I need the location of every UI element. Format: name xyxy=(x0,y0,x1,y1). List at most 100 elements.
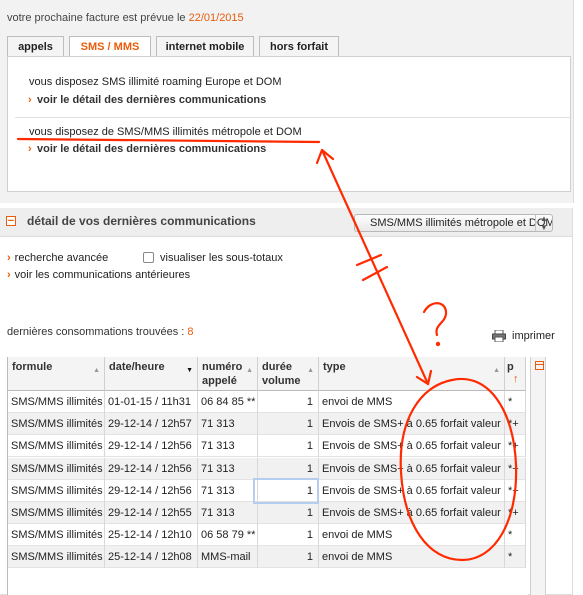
collapse-symbol: − xyxy=(7,215,15,227)
results-count: dernières consommations trouvées : 8 xyxy=(7,326,194,338)
header-label: durée volume xyxy=(262,361,301,387)
sort-icon: ▲ xyxy=(246,367,253,374)
tab-hors-forfait[interactable]: hors forfait xyxy=(259,36,339,56)
subtotals-label: visualiser les sous-totaux xyxy=(160,252,283,264)
header-label: date/heure xyxy=(109,361,165,373)
cell-duree: 1 xyxy=(258,413,319,436)
detail-link-label: voir le détail des dernières communicati… xyxy=(37,143,267,155)
advanced-search-label: recherche avancée xyxy=(14,252,109,264)
column-header-duree[interactable]: durée volume ▲ xyxy=(258,357,319,391)
column-header-type[interactable]: type ▲ xyxy=(319,357,505,391)
cell-type: Envois de SMS+ à 0.65 forfait valeur xyxy=(319,413,505,436)
table-row[interactable]: SMS/MMS illimités métropole et DOM29-12-… xyxy=(8,502,526,524)
next-bill-date: 22/01/2015 xyxy=(188,12,244,24)
cell-numero: 71 313 xyxy=(198,479,258,502)
table-row[interactable]: SMS/MMS illimités métropole et DOM29-12-… xyxy=(8,413,526,436)
collapse-icon[interactable]: − xyxy=(6,215,16,227)
chevron-right-icon: › xyxy=(28,143,32,155)
divider xyxy=(15,117,572,118)
cell-p: *+ xyxy=(505,479,526,502)
table-row[interactable]: SMS/MMS illimités métropole et DOM29-12-… xyxy=(8,457,526,480)
cell-p: *+ xyxy=(505,413,526,436)
offer-filter-select[interactable]: SMS/MMS illimités métropole et DOM ▲ ▼ xyxy=(354,214,553,232)
tab-internet-mobile[interactable]: internet mobile xyxy=(156,36,254,56)
cell-p: * xyxy=(505,524,526,547)
previous-communications-label: voir les communications antérieures xyxy=(14,269,191,281)
detail-link-metropole[interactable]: › voir le détail des dernières communicat… xyxy=(28,143,267,155)
cell-duree: 1 xyxy=(258,457,319,480)
tab-label: internet mobile xyxy=(165,40,245,53)
column-header-numero[interactable]: numéro appelé ▲ xyxy=(198,357,258,391)
cell-duree: 1 xyxy=(258,502,319,524)
cell-type: Envois de SMS+ à 0.65 forfait valeur xyxy=(319,435,505,458)
table-row[interactable]: SMS/MMS illimités métropole et DOM01-01-… xyxy=(8,391,526,413)
sort-desc-icon: ▼ xyxy=(186,367,193,374)
cell-date: 29-12-14 / 12h56 xyxy=(105,479,198,502)
focused-cell-outline xyxy=(253,478,319,504)
printer-icon xyxy=(492,330,506,342)
cell-formule: SMS/MMS illimités métropole et DOM xyxy=(8,502,105,524)
previous-communications-link[interactable]: › voir les communications antérieures xyxy=(7,269,190,281)
cell-duree: 1 xyxy=(258,391,319,413)
column-header-formule[interactable]: formule ▲ xyxy=(8,357,105,391)
cell-formule: SMS/MMS illimités métropole et DOM xyxy=(8,479,105,502)
chevron-right-icon: › xyxy=(28,94,32,106)
tab-appels[interactable]: appels xyxy=(7,36,64,56)
cell-type: envoi de MMS xyxy=(319,391,505,413)
offer-text-metropole: vous disposez de SMS/MMS illimités métro… xyxy=(29,126,302,138)
cell-formule: SMS/MMS illimités métropole et DOM xyxy=(8,457,105,480)
advanced-search-link[interactable]: › recherche avancée xyxy=(7,252,108,264)
cell-formule: SMS/MMS illimités métropole et DOM xyxy=(8,435,105,458)
cell-formule: SMS/MMS illimités métropole et DOM xyxy=(8,546,105,569)
detail-link-roaming[interactable]: › voir le détail des dernières communicat… xyxy=(28,94,267,106)
next-bill-notice: votre prochaine facture est prévue le 22… xyxy=(7,12,244,24)
next-bill-text: votre prochaine facture est prévue le xyxy=(7,12,189,24)
cell-numero: 71 313 xyxy=(198,435,258,458)
cell-p: *+ xyxy=(505,457,526,480)
section-title: détail de vos dernières communications xyxy=(27,214,256,228)
sort-icon: ▲ xyxy=(307,367,314,374)
chevron-right-icon: › xyxy=(7,252,11,264)
print-label: imprimer xyxy=(512,330,555,342)
tab-sms-mms[interactable]: SMS / MMS xyxy=(69,36,151,57)
cell-numero: 71 313 xyxy=(198,457,258,480)
sort-icon: ▲ xyxy=(493,367,500,374)
tab-label: appels xyxy=(18,40,53,53)
table-row[interactable]: SMS/MMS illimités métropole et DOM29-12-… xyxy=(8,435,526,458)
cell-date: 29-12-14 / 12h57 xyxy=(105,413,198,436)
tab-label: hors forfait xyxy=(269,40,329,53)
cell-p: * xyxy=(505,391,526,413)
sort-icon: ▲ xyxy=(93,367,100,374)
header-label: numéro appelé xyxy=(202,361,243,387)
cell-type: Envois de SMS+ à 0.65 forfait valeur xyxy=(319,479,505,502)
results-count-label: dernières consommations trouvées : xyxy=(7,326,188,338)
table-scroll-column xyxy=(530,357,546,595)
table-row[interactable]: SMS/MMS illimités métropole et DOM25-12-… xyxy=(8,546,526,569)
column-header-p[interactable]: p ↑ xyxy=(505,357,526,391)
column-menu-icon[interactable] xyxy=(535,361,544,370)
cell-numero: 06 84 85 ** xyxy=(198,391,258,413)
cell-date: 29-12-14 / 12h56 xyxy=(105,435,198,458)
cell-type: envoi de MMS xyxy=(319,546,505,569)
cell-numero: 71 313 xyxy=(198,413,258,436)
subtotals-checkbox[interactable] xyxy=(143,252,154,263)
cell-numero: 71 313 xyxy=(198,502,258,524)
cell-numero: MMS-mail xyxy=(198,546,258,569)
cell-duree: 1 xyxy=(258,546,319,569)
cell-type: envoi de MMS xyxy=(319,524,505,547)
tab-content: vous disposez SMS illimité roaming Europ… xyxy=(7,56,572,192)
cell-numero: 06 58 79 ** xyxy=(198,524,258,547)
cell-date: 01-01-15 / 11h31 xyxy=(105,391,198,413)
cell-type: Envois de SMS+ à 0.65 forfait valeur xyxy=(319,502,505,524)
cell-p: * xyxy=(505,546,526,569)
table-row[interactable]: SMS/MMS illimités métropole et DOM25-12-… xyxy=(8,524,526,547)
chevron-right-icon: › xyxy=(7,269,11,281)
column-header-date[interactable]: date/heure ▼ xyxy=(105,357,198,391)
detail-link-label: voir le détail des dernières communicati… xyxy=(37,94,267,106)
header-label: type xyxy=(323,361,346,373)
cell-type: Envois de SMS+ à 0.65 forfait valeur xyxy=(319,457,505,480)
cell-date: 25-12-14 / 12h10 xyxy=(105,524,198,547)
print-button[interactable]: imprimer xyxy=(492,330,555,342)
offer-text-roaming: vous disposez SMS illimité roaming Europ… xyxy=(29,76,282,88)
cell-date: 25-12-14 / 12h08 xyxy=(105,546,198,569)
